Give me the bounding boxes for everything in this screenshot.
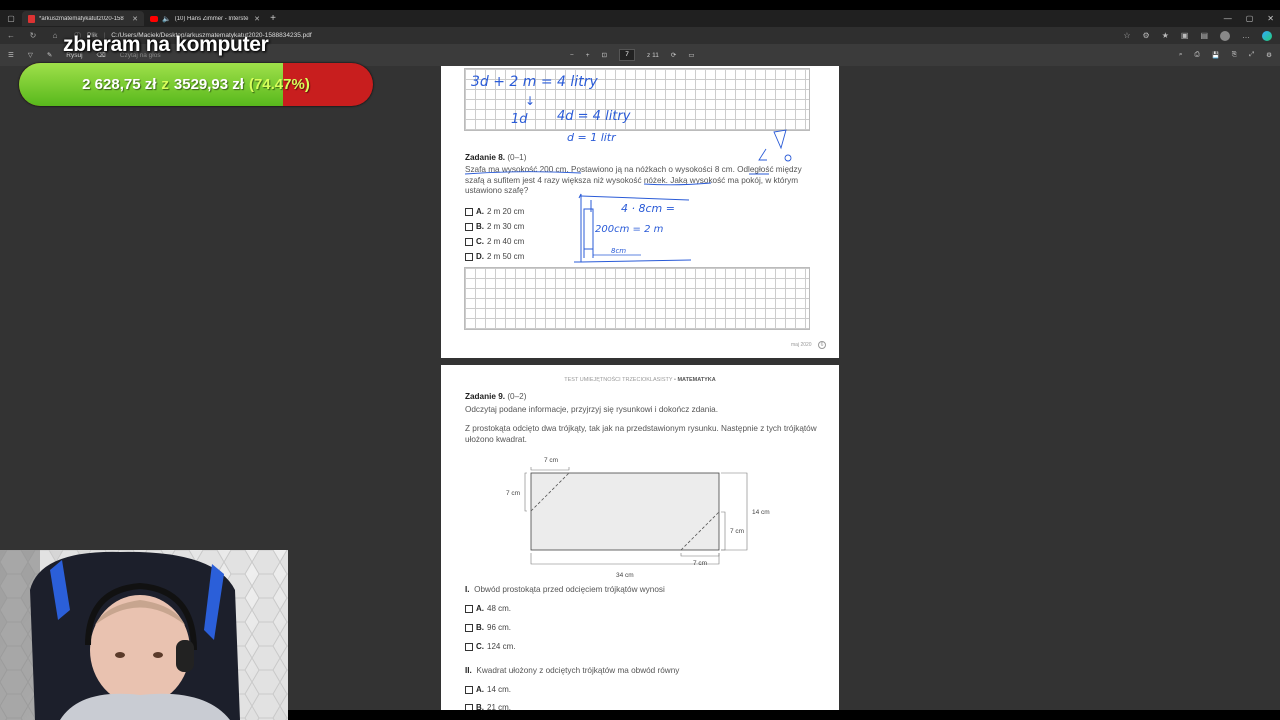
donation-goal-bar: 2 628,75 zł z 3529,93 zł (74.47%) [19,63,373,106]
task-9-description: Z prostokąta odcięto dwa trójkąty, tak j… [465,424,817,444]
zoom-out-icon[interactable]: − [570,52,574,59]
rectangle-figure: 7 cm 7 cm 14 cm 7 cm 7 cm 34 cm [506,457,770,579]
browser-toolbar-icons: ☆ ⚙ ★ ▣ ▤ … [1123,27,1272,44]
search-icon[interactable]: ⌕ [1179,51,1183,59]
new-tab-icon[interactable]: + [266,13,280,24]
q1-option-b[interactable]: B. 96 cm. [465,623,511,632]
q1-option-a[interactable]: A. 48 cm. [465,604,511,613]
webcam-image [0,550,288,720]
copilot-icon[interactable] [1262,30,1272,41]
profile-avatar[interactable] [1220,30,1230,41]
question-1: I. Obwód prostokąta przed odcięciem trój… [465,585,665,594]
collections-icon[interactable]: ▣ [1181,31,1189,40]
fit-page-icon[interactable]: ⊡ [602,51,607,59]
question-2: II. Kwadrat ułożony z odciętych trójkątó… [465,666,680,675]
top-letterbox [0,0,1280,10]
donation-goal-text: 2 628,75 zł z 3529,93 zł (74.47%) [19,63,373,106]
amount-raised: 2 628,75 zł [82,76,157,93]
page-footer: maj 2020 [791,342,812,348]
page-total: z 11 [647,51,659,59]
close-window-icon[interactable]: ✕ [1267,14,1274,23]
star-icon[interactable]: ☆ [1123,31,1130,40]
highlight-icon[interactable]: ▽ [28,51,33,59]
q1-option-c[interactable]: C. 124 cm. [465,642,515,651]
handwriting-note: 200cm = 2 m [595,224,664,235]
task-title: Zadanie 9. [465,392,506,401]
progress-percent: (74.47%) [248,76,310,93]
back-icon[interactable]: ← [0,31,22,40]
save-as-icon[interactable]: ⎘ [1232,51,1237,59]
speaker-icon[interactable]: 🔈 [162,15,171,23]
donation-goal-title: zbieram na komputer [63,33,269,56]
close-icon[interactable]: ✕ [254,15,260,23]
favorites-icon[interactable]: ★ [1162,31,1169,40]
more-icon[interactable]: … [1242,31,1250,40]
answer-grid [464,267,810,330]
print-icon[interactable]: ⎙ [1194,51,1199,59]
handwriting-note: 8cm [611,247,627,255]
maximize-icon[interactable]: ▢ [1246,14,1254,23]
label-top: 7 cm [544,457,558,464]
tab-label: *arkuszmatematykatut2020-158 [39,15,124,22]
checkbox[interactable] [465,604,473,613]
contents-icon[interactable]: ☰ [8,51,14,59]
tab-label: (10) Hans Zimmer - Interste [174,15,249,22]
task-points: (0–2) [507,392,527,401]
close-icon[interactable]: ✕ [132,15,138,23]
page-number-input[interactable]: 7 [619,49,636,61]
amount-goal: 3529,93 zł [173,76,244,93]
page-header: TEST UMIEJĘTNOŚCI TRZECIOKLASISTY • MATE… [564,377,716,383]
refresh-icon[interactable]: ↻ [22,31,44,40]
page-view-icon[interactable]: ▭ [688,51,694,59]
browser-tab-bar: ▢ *arkuszmatematykatut2020-158 ✕ 🔈 (10) … [0,10,1280,27]
label-bottom: 34 cm [616,572,634,579]
tab-pdf[interactable]: *arkuszmatematykatut2020-158 ✕ [22,11,144,26]
label-right-big: 14 cm [752,509,770,516]
webcam-feed [0,550,288,720]
label-left: 7 cm [506,490,520,497]
amount-separator: z [161,76,169,93]
handwriting-note: 4 · 8cm = [621,202,675,215]
window-controls: — ▢ ✕ [1224,10,1274,27]
split-screen-icon[interactable]: ▤ [1200,31,1208,40]
zoom-in-icon[interactable]: + [586,52,590,59]
page-number: 6 [818,341,826,349]
rotate-icon[interactable]: ⟳ [671,51,676,59]
checkbox[interactable] [465,685,473,694]
extensions-icon[interactable]: ⚙ [1143,31,1150,40]
minimize-icon[interactable]: — [1224,14,1232,23]
settings-icon[interactable]: ⚙ [1266,51,1272,59]
pdf-page-7: TEST UMIEJĘTNOŚCI TRZECIOKLASISTY • MATE… [441,365,839,712]
label-right-small: 7 cm [730,528,744,535]
task-9-heading: Zadanie 9. (0–2) [465,392,526,403]
label-bottom-small: 7 cm [693,560,707,567]
youtube-icon [150,15,158,22]
tab-youtube[interactable]: 🔈 (10) Hans Zimmer - Interste ✕ [144,11,266,26]
fullscreen-icon[interactable]: ⤢ [1249,51,1254,59]
pdf-page-6: 3d + 2 m = 4 litry ↓ 1d 4d = 4 litry d =… [441,66,839,358]
checkbox[interactable] [465,623,473,632]
task-9-instruction: Odczytaj podane informacje, przyjrzyj si… [465,405,719,414]
pdf-file-icon [28,14,35,23]
draw-icon[interactable]: ✎ [47,51,52,59]
save-icon[interactable]: 💾 [1212,51,1220,59]
q2-option-a[interactable]: A. 14 cm. [465,685,511,694]
checkbox[interactable] [465,642,473,651]
tab-actions-icon[interactable]: ▢ [0,14,22,23]
